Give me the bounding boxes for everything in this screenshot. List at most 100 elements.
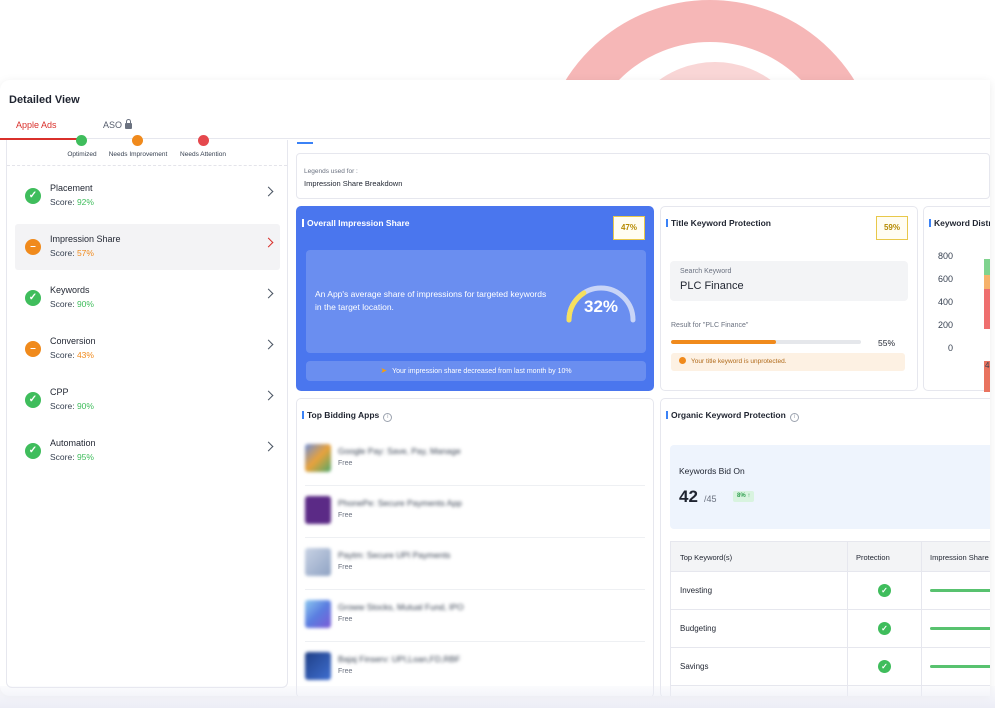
app-name: Bajaj Finserv: UPI,Loan,FD,RBF: [338, 654, 461, 664]
info-icon[interactable]: i: [789, 413, 799, 422]
score-item-impression-share[interactable]: – Impression Share Score: 57%: [15, 224, 280, 270]
score-item-score: Score: 57%: [50, 248, 94, 258]
card-title: Organic Keyword Protection i: [666, 410, 799, 422]
organic-keyword-protection-card: Organic Keyword Protection i Keywords Bid…: [660, 398, 990, 696]
score-item-name: Placement: [50, 183, 93, 193]
impression-gauge: 32%: [563, 280, 639, 330]
score-item-placement[interactable]: ✓ Placement Score: 92%: [15, 173, 280, 219]
minus-icon: –: [25, 239, 41, 255]
y-tick-0: 0: [948, 343, 953, 353]
protection-percent: 55%: [878, 338, 896, 348]
y-tick-600: 600: [938, 274, 953, 284]
status-legend: Optimized Needs Improvement Needs Attent…: [7, 135, 287, 166]
bar-segment-red: [984, 289, 990, 329]
legends-box: Legends used for : Impression Share Brea…: [296, 153, 990, 199]
protection-progress-fill: [671, 340, 776, 344]
table-row: Savings ✓: [671, 648, 990, 686]
top-bidding-apps-card: Top Bidding Apps i Google Pay: Save, Pay,…: [296, 398, 654, 696]
keywords-bid-on-total: /45: [704, 494, 717, 504]
app-name: Groww Stocks, Mutual Fund, IPO: [338, 602, 464, 612]
unprotected-warning: Your title keyword is unprotected.: [671, 353, 905, 371]
app-row[interactable]: Groww Stocks, Mutual Fund, IPO Free: [305, 590, 645, 642]
app-price: Free: [338, 460, 353, 467]
bar-segment-green: [984, 259, 990, 275]
table-divider: [847, 542, 848, 696]
legends-title: Impression Share Breakdown: [304, 179, 403, 188]
info-icon[interactable]: i: [383, 413, 393, 422]
legend-needs-improvement: Needs Improvement: [108, 151, 168, 158]
top-keywords-table: Top Keyword(s) Protection Impression Sha…: [670, 541, 990, 696]
section-accent: [297, 142, 313, 144]
y-tick-200: 200: [938, 320, 953, 330]
score-item-score: Score: 92%: [50, 197, 94, 207]
keyword-cell: Budgeting: [680, 624, 717, 633]
x-tick-label: 4: [985, 361, 990, 370]
y-tick-400: 400: [938, 297, 953, 307]
app-icon: [305, 496, 331, 524]
score-item-score: Score: 95%: [50, 452, 94, 462]
check-icon: ✓: [25, 290, 41, 306]
check-icon: [76, 135, 87, 146]
keywords-bid-on-summary: Keywords Bid On 42 /45 8% ↑: [670, 445, 990, 529]
chevron-right-icon: [263, 288, 274, 299]
app-name: Google Pay: Save, Pay, Manage: [338, 446, 461, 456]
score-item-name: Conversion: [50, 336, 96, 346]
app-price: Free: [338, 512, 353, 519]
column-header-protection: Protection: [856, 553, 890, 562]
app-price: Free: [338, 616, 353, 623]
score-item-keywords[interactable]: ✓ Keywords Score: 90%: [15, 275, 280, 321]
chevron-right-icon: [263, 186, 274, 197]
app-price: Free: [338, 668, 353, 675]
impression-description: An App's average share of impressions fo…: [315, 289, 547, 312]
legend-optimized: Optimized: [67, 151, 97, 158]
keyword-distribution-card: Keyword Distribution 800 600 400 200 0 4: [923, 206, 990, 392]
minus-icon: [132, 135, 143, 146]
tab-apple-ads[interactable]: Apple Ads: [16, 120, 57, 130]
score-sidebar: Optimized Needs Improvement Needs Attent…: [6, 135, 288, 688]
bottom-fade: [0, 686, 995, 708]
keyword-cell: Investing: [680, 586, 713, 595]
score-item-cpp[interactable]: ✓ CPP Score: 90%: [15, 377, 280, 423]
keywords-bid-on-label: Keywords Bid On: [679, 466, 745, 476]
impression-summary: An App's average share of impressions fo…: [306, 250, 646, 353]
score-item-conversion[interactable]: – Conversion Score: 43%: [15, 326, 280, 372]
score-item-automation[interactable]: ✓ Automation Score: 95%: [15, 428, 280, 474]
y-tick-800: 800: [938, 251, 953, 261]
gauge-value: 32%: [583, 297, 619, 316]
bar-segment: [984, 390, 990, 391]
tab-bar: Apple Ads ASO: [0, 117, 990, 139]
app-row[interactable]: Paytm: Secure UPI Payments Free: [305, 538, 645, 590]
title-keyword-protection-card: Title Keyword Protection 59% Search Keyw…: [660, 206, 918, 391]
app-price: Free: [338, 564, 353, 571]
app-icon: [305, 652, 331, 680]
app-icon: [305, 548, 331, 576]
app-row[interactable]: PhonePe: Secure Payments App Free: [305, 486, 645, 538]
table-header: Top Keyword(s) Protection Impression Sha…: [671, 542, 990, 572]
app-name: Paytm: Secure UPI Payments: [338, 550, 451, 560]
column-header-keyword: Top Keyword(s): [680, 553, 733, 562]
app-row[interactable]: Google Pay: Save, Pay, Manage Free: [305, 434, 645, 486]
table-row: Budgeting ✓: [671, 610, 990, 648]
search-keyword-field[interactable]: Search Keyword PLC Finance: [670, 261, 908, 301]
result-label: Result for "PLC Finance": [671, 322, 749, 329]
app-icon: [305, 444, 331, 472]
card-title: Overall Impression Share: [302, 218, 410, 228]
legend-needs-attention: Needs Attention: [180, 151, 226, 158]
app-name: PhonePe: Secure Payments App: [338, 498, 462, 508]
search-keyword-label: Search Keyword: [680, 268, 732, 275]
score-badge: 59%: [876, 216, 908, 240]
x-icon: [198, 135, 209, 146]
bar-segment-orange: [984, 275, 990, 289]
detailed-view-panel: Detailed View Apple Ads ASO Optimized Ne…: [0, 80, 990, 696]
tab-aso[interactable]: ASO: [103, 119, 133, 130]
change-badge: 8% ↑: [733, 491, 755, 502]
check-icon: ✓: [25, 392, 41, 408]
check-icon: ✓: [25, 443, 41, 459]
app-icon: [305, 600, 331, 628]
column-header-impression-share: Impression Share: [930, 553, 989, 562]
warning-icon: [679, 357, 686, 364]
tab-aso-label: ASO: [103, 120, 123, 130]
impression-share-bar: [930, 665, 990, 668]
check-icon: ✓: [878, 660, 891, 673]
keyword-distribution-chart: 800 600 400 200 0 4: [938, 251, 990, 392]
